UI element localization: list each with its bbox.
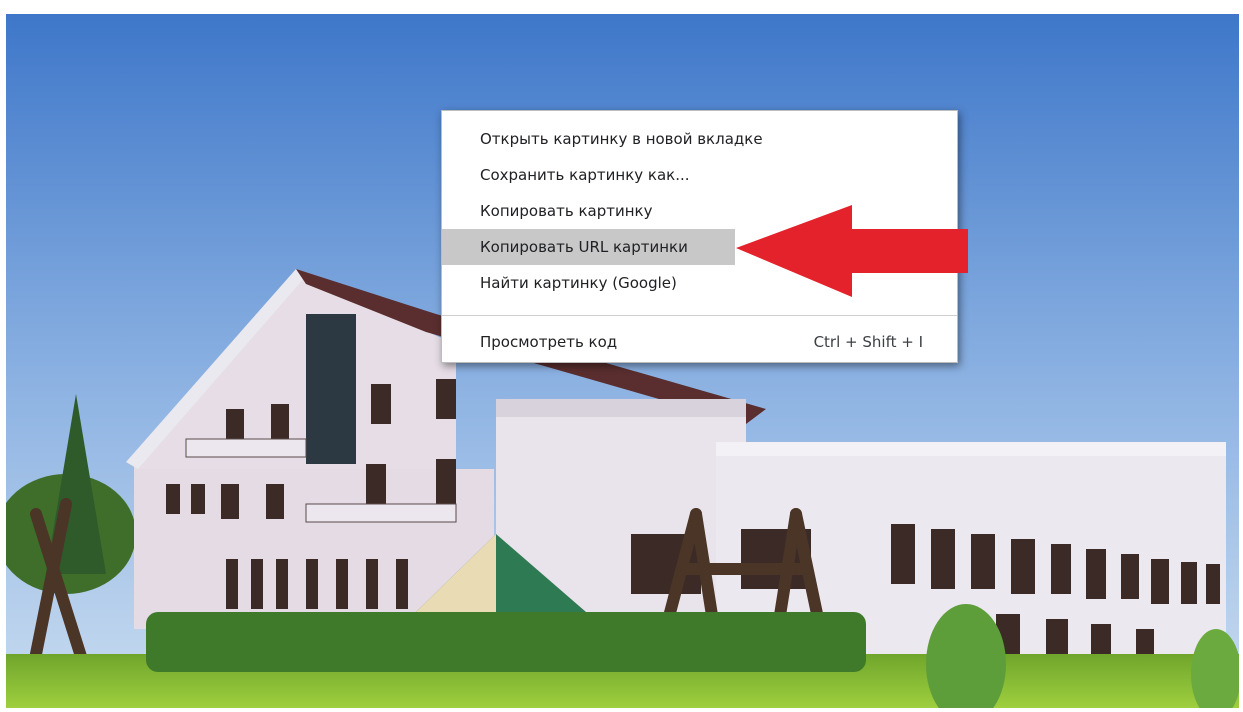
balcony bbox=[305, 503, 457, 523]
menu-item-label: Копировать URL картинки bbox=[480, 238, 688, 256]
menu-item-inspect[interactable]: Просмотреть код Ctrl + Shift + I bbox=[442, 324, 957, 360]
menu-item-open-image-new-tab[interactable]: Открыть картинку в новой вкладке bbox=[442, 121, 957, 157]
menu-item-save-image-as[interactable]: Сохранить картинку как... bbox=[442, 157, 957, 193]
center-cornice bbox=[496, 399, 746, 417]
menu-item-copy-image-url[interactable]: Копировать URL картинки bbox=[442, 229, 735, 265]
right-parapet bbox=[716, 442, 1226, 456]
menu-item-label: Открыть картинку в новой вкладке bbox=[480, 130, 763, 148]
hedge bbox=[146, 612, 866, 672]
menu-item-shortcut: Ctrl + Shift + I bbox=[813, 333, 923, 351]
balcony bbox=[185, 438, 307, 458]
menu-item-label: Найти картинку (Google) bbox=[480, 274, 677, 292]
top-white-strip bbox=[0, 0, 1243, 14]
tall-window bbox=[306, 314, 356, 464]
menu-separator bbox=[442, 315, 957, 316]
menu-item-label: Копировать картинку bbox=[480, 202, 653, 220]
menu-item-label: Сохранить картинку как... bbox=[480, 166, 690, 184]
menu-item-label: Просмотреть код bbox=[480, 333, 618, 351]
red-left-arrow-icon bbox=[736, 205, 968, 297]
